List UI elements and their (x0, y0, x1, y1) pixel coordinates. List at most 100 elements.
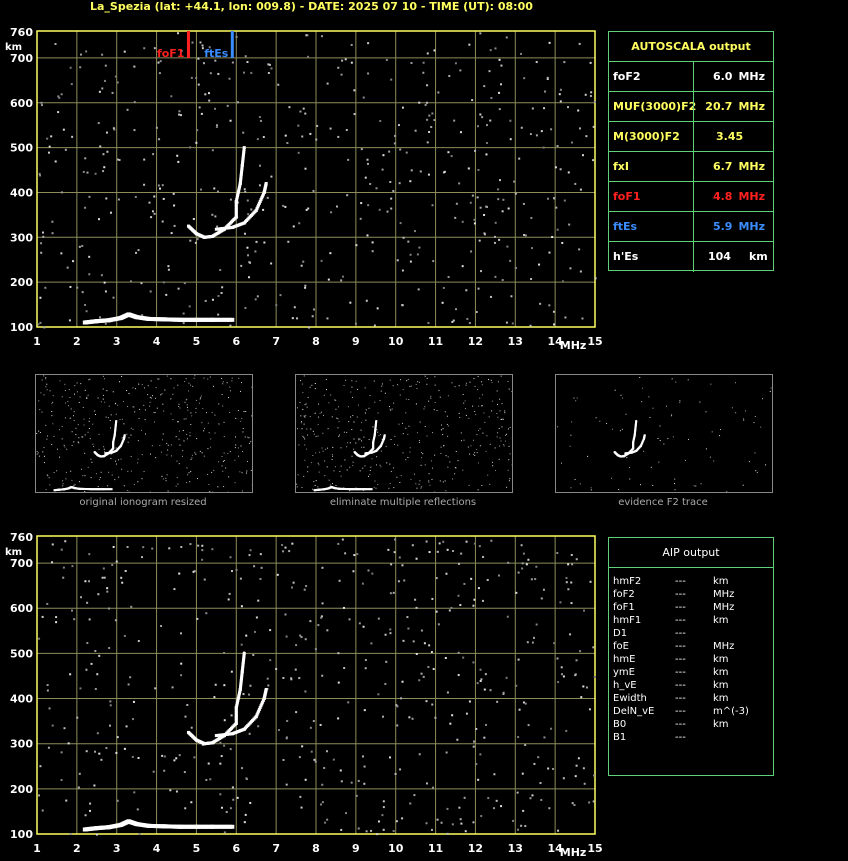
thumb-noise-pixel (97, 397, 99, 399)
thumb-noise-pixel (422, 453, 424, 455)
noise-pixel (565, 729, 568, 732)
noise-pixel (46, 684, 49, 687)
thumb-noise-pixel (313, 480, 315, 482)
noise-pixel (57, 95, 60, 98)
thumb-noise-pixel (507, 469, 509, 471)
noise-pixel (215, 124, 218, 127)
noise-pixel (126, 545, 129, 548)
aip-row-yme: ymE --- km (613, 667, 769, 680)
noise-pixel (442, 540, 445, 543)
noise-pixel (371, 250, 374, 253)
noise-pixel (443, 170, 446, 173)
x-tick-label: 15 (587, 335, 602, 348)
noise-pixel (269, 659, 272, 662)
thumb-noise-pixel (137, 458, 139, 460)
noise-pixel (464, 830, 467, 833)
thumb-noise-pixel (47, 475, 49, 477)
thumb-noise-pixel (166, 454, 168, 456)
noise-pixel (143, 158, 146, 161)
thumb-noise-pixel (70, 408, 72, 410)
thumb-noise-pixel (246, 470, 248, 472)
noise-pixel (209, 72, 212, 75)
thumb-noise-pixel (302, 408, 304, 410)
noise-pixel (239, 577, 242, 580)
thumb-noise-pixel (754, 452, 756, 454)
noise-pixel (279, 294, 282, 297)
noise-pixel (522, 809, 525, 812)
thumb-noise-pixel (110, 453, 112, 455)
noise-pixel (451, 823, 454, 826)
noise-pixel (475, 727, 478, 730)
noise-pixel (288, 106, 291, 109)
thumb-noise-pixel (90, 477, 92, 479)
noise-pixel (95, 833, 98, 836)
noise-pixel (416, 253, 419, 256)
thumb-noise-pixel (497, 416, 499, 418)
thumb-noise-pixel (599, 420, 601, 422)
thumb-noise-pixel (408, 398, 410, 400)
noise-pixel (41, 231, 44, 234)
noise-pixel (200, 112, 203, 115)
thumb-noise-pixel (247, 460, 249, 462)
noise-pixel (43, 326, 46, 329)
noise-pixel (263, 241, 266, 244)
thumb-noise-pixel (150, 453, 152, 455)
thumb-noise-pixel (643, 450, 645, 452)
thumb-noise-pixel (221, 377, 223, 379)
x-tick-label: 2 (73, 335, 81, 348)
aip-value: --- (675, 641, 686, 652)
noise-pixel (305, 585, 308, 588)
noise-pixel (433, 49, 436, 52)
autoscala-value: 6.0 MHz (693, 62, 773, 92)
noise-pixel (433, 119, 436, 122)
thumb-noise-pixel (369, 474, 371, 476)
noise-pixel (161, 184, 164, 187)
thumb-noise-pixel (108, 405, 110, 407)
thumb-noise-pixel (223, 486, 225, 488)
noise-pixel (319, 723, 322, 726)
thumb-noise-pixel (419, 480, 421, 482)
noise-pixel (132, 718, 135, 721)
thumb-noise-pixel (223, 452, 225, 454)
thumb-noise-pixel (372, 426, 374, 428)
thumb-noise-pixel (245, 411, 247, 413)
noise-pixel (133, 129, 136, 132)
noise-pixel (129, 280, 132, 283)
noise-pixel (101, 576, 104, 579)
noise-pixel (479, 753, 482, 756)
noise-pixel (41, 809, 44, 812)
thumb-noise-pixel (319, 412, 321, 414)
thumb-noise-pixel (36, 453, 38, 455)
noise-pixel (515, 684, 518, 687)
thumb-noise-pixel (477, 489, 479, 491)
noise-pixel (236, 796, 239, 799)
noise-pixel (329, 252, 332, 255)
thumb-noise-pixel (349, 466, 351, 468)
thumb-noise-pixel (235, 444, 237, 446)
thumb-noise-pixel (359, 470, 361, 472)
noise-pixel (47, 746, 50, 749)
noise-pixel (267, 684, 270, 687)
noise-pixel (455, 308, 458, 311)
thumb-noise-pixel (64, 383, 66, 385)
thumb-noise-pixel (331, 459, 333, 461)
thumb-noise-pixel (303, 375, 305, 377)
thumb-noise-pixel (162, 403, 164, 405)
noise-pixel (477, 778, 480, 781)
noise-pixel (494, 221, 497, 224)
thumb-noise-pixel (41, 411, 43, 413)
noise-pixel (143, 47, 146, 50)
thumb-noise-pixel (413, 473, 415, 475)
noise-pixel (188, 305, 191, 308)
thumb-noise-pixel (508, 445, 510, 447)
thumb-noise-pixel (507, 428, 509, 430)
noise-pixel (249, 684, 252, 687)
y-tick-label: 100 (10, 828, 33, 841)
thumb-noise-pixel (115, 447, 117, 449)
noise-pixel (94, 687, 97, 690)
noise-pixel (446, 807, 449, 810)
noise-pixel (175, 757, 178, 760)
noise-pixel (197, 83, 200, 86)
thumb-noise-pixel (165, 480, 167, 482)
thumb-noise-pixel (462, 469, 464, 471)
